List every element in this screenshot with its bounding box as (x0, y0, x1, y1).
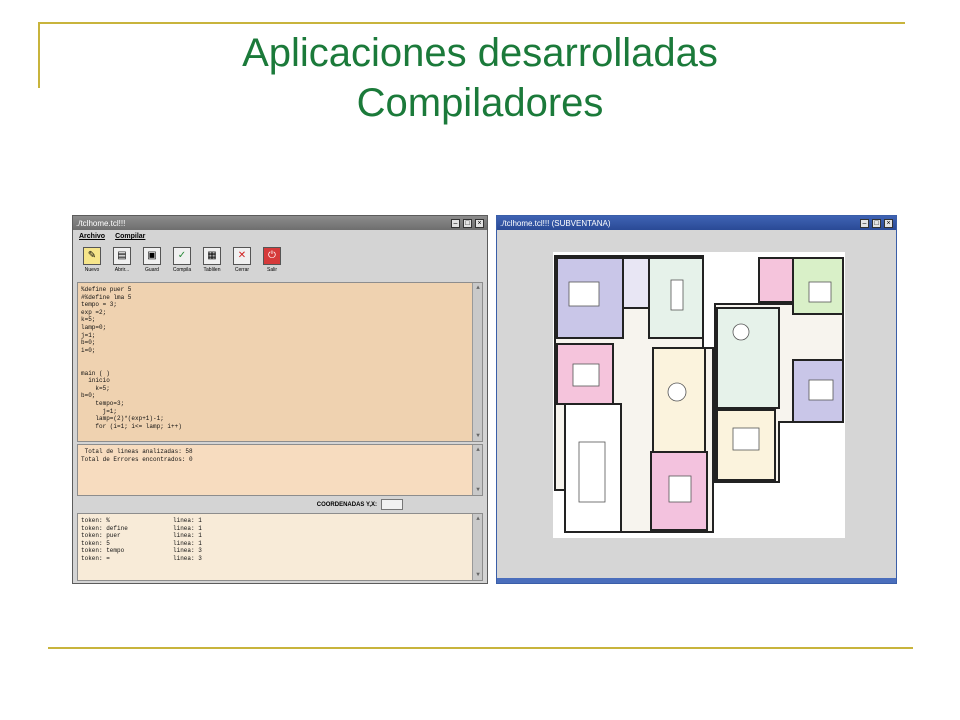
token-row: token: tempo linea: 3 (81, 547, 468, 555)
slide-title-line1: Aplicaciones desarrolladas (242, 31, 718, 75)
code-line: %define puer 5 (81, 286, 132, 293)
bottom-rule (48, 647, 913, 649)
scroll-up-icon[interactable]: ▲ (474, 446, 482, 454)
subwindow-titlebar[interactable]: ./tclhome.tcl!!! (SUBVENTANA) – □ × (497, 216, 896, 230)
floor-plan-image (553, 252, 845, 538)
token-line: linea: 3 (173, 547, 202, 555)
token-line: linea: 1 (173, 524, 202, 532)
slide-title: Aplicaciones desarrolladas Compiladores (0, 28, 960, 128)
token-row: token: 5 linea: 1 (81, 540, 468, 548)
save-button[interactable]: ▣ Guard (141, 247, 163, 277)
save-icon: ▣ (143, 247, 161, 265)
token-line: linea: 3 (173, 554, 202, 562)
close-x-icon: ✕ (233, 247, 251, 265)
menu-compilar[interactable]: Compilar (115, 233, 145, 241)
exit-icon: ⏻ (263, 247, 281, 265)
subwindow-bottom-border (497, 578, 896, 583)
maximize-icon[interactable]: □ (872, 218, 881, 228)
menu-archivo[interactable]: Archivo (79, 233, 105, 241)
token-value: token: define (81, 524, 128, 532)
table-icon: ▦ (203, 247, 221, 265)
token-list: token: % linea: 1 token: define linea: 1 tok… (77, 513, 483, 581)
table-button[interactable]: ▦ Tablilen (201, 247, 223, 277)
subwindow: ./tclhome.tcl!!! (SUBVENTANA) – □ × (496, 215, 897, 584)
code-line: b=0; (81, 392, 96, 400)
token-row: token: puer linea: 1 (81, 532, 468, 540)
close-icon[interactable]: × (475, 218, 484, 228)
minimize-icon[interactable]: – (451, 218, 460, 228)
close-file-button-label: Cerrar (234, 267, 250, 273)
token-line: linea: 1 (173, 517, 202, 524)
toolbar: ✎ Nuevo ▤ Abrir... ▣ Guard ✓ Compila ▦ T… (73, 244, 487, 280)
summary-output: Total de lineas analizadas: 58 Total de … (77, 444, 483, 496)
code-line: k=5; (81, 384, 110, 392)
open-button[interactable]: ▤ Abrir... (111, 247, 133, 277)
code-line: lamp=0; (81, 323, 107, 331)
exit-button[interactable]: ⏻ Salir (261, 247, 283, 277)
code-line: j=1; (81, 331, 96, 339)
code-line: lamp=(2)*(exp+1)-1; (81, 415, 164, 423)
scroll-down-icon[interactable]: ▼ (474, 571, 482, 579)
compile-button-label: Compila (172, 267, 192, 273)
token-value: token: puer (81, 532, 121, 540)
token-value: token: tempo (81, 547, 125, 555)
slide-title-line2: Compiladores (356, 81, 604, 125)
top-rule (40, 22, 905, 24)
code-line: main ( ) (81, 369, 110, 377)
close-icon[interactable]: × (884, 218, 893, 228)
close-file-button[interactable]: ✕ Cerrar (231, 247, 253, 277)
compiler-titlebar[interactable]: ./tclhome.tcl!!! – □ × (73, 216, 487, 230)
coordinates-field[interactable] (381, 499, 403, 510)
new-doc-icon: ✎ (83, 247, 101, 265)
token-value: token: 5 (81, 539, 110, 547)
code-line: for (i=1; i<= lamp; i++) (81, 422, 182, 430)
exit-button-label: Salir (266, 267, 277, 273)
coordinates-row: COORDENADAS Y,X: (77, 497, 483, 512)
menu-bar: Archivo Compilar (73, 230, 487, 244)
coordinates-label: COORDENADAS Y,X: (316, 501, 377, 508)
save-button-label: Guard (145, 267, 159, 273)
code-line: #%define lma 5 (81, 293, 132, 301)
code-line: inicio (81, 377, 110, 385)
open-button-label: Abrir... (114, 267, 130, 273)
token-row: token: % linea: 1 (81, 517, 468, 525)
compiler-window: ./tclhome.tcl!!! – □ × Archivo Compilar … (72, 215, 488, 584)
token-scrollbar[interactable]: ▲ ▼ (472, 514, 482, 580)
scroll-down-icon[interactable]: ▼ (474, 486, 482, 494)
token-line: linea: 1 (173, 539, 202, 547)
code-line: i=0; (81, 346, 96, 354)
code-line: exp =2; (81, 308, 107, 316)
code-editor[interactable]: %define puer 5 #%define lma 5 tempo = 3; ex… (77, 282, 483, 442)
summary-scrollbar[interactable]: ▲ ▼ (472, 445, 482, 495)
scroll-up-icon[interactable]: ▲ (474, 515, 482, 523)
subwindow-title: ./tclhome.tcl!!! (SUBVENTANA) (500, 218, 611, 228)
maximize-icon[interactable]: □ (463, 218, 472, 228)
code-line: k=5; (81, 316, 96, 324)
compiler-window-title: ./tclhome.tcl!!! (76, 218, 126, 228)
code-line: b=0; (81, 339, 96, 347)
open-icon: ▤ (113, 247, 131, 265)
compile-button[interactable]: ✓ Compila (171, 247, 193, 277)
minimize-icon[interactable]: – (860, 218, 869, 228)
code-line: tempo = 3; (81, 301, 118, 309)
token-line: linea: 1 (173, 532, 202, 540)
scroll-up-icon[interactable]: ▲ (474, 284, 482, 292)
code-scrollbar[interactable]: ▲ ▼ (472, 283, 482, 441)
summary-lines-analyzed: Total de lineas analizadas: 58 (81, 448, 193, 455)
token-row: token: define linea: 1 (81, 525, 468, 533)
code-line: j=1; (81, 407, 118, 415)
scroll-down-icon[interactable]: ▼ (474, 432, 482, 440)
token-row: token: = linea: 3 (81, 555, 468, 563)
table-button-label: Tablilen (203, 267, 221, 273)
token-value: token: = (81, 554, 110, 562)
code-line: tempo=3; (81, 399, 125, 407)
new-button-label: Nuevo (84, 267, 100, 273)
token-value: token: % (81, 517, 110, 524)
compile-icon: ✓ (173, 247, 191, 265)
new-button[interactable]: ✎ Nuevo (81, 247, 103, 277)
summary-errors-found: Total de Errores encontrados: 0 (81, 455, 193, 463)
